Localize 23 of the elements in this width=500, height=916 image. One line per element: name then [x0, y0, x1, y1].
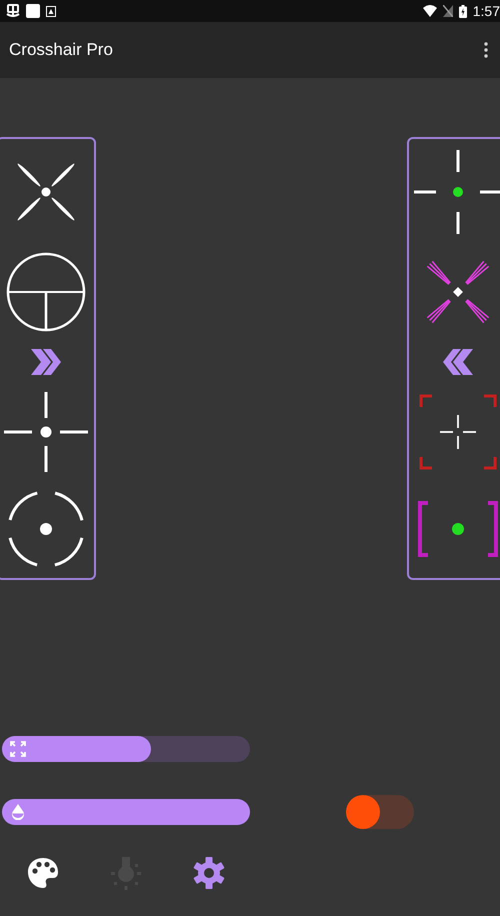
- bug-icon: [6, 4, 20, 18]
- double-chevron-icon[interactable]: [443, 349, 473, 375]
- toggle-switch[interactable]: [346, 795, 414, 829]
- scope-icon[interactable]: [6, 252, 86, 332]
- app-icon: [46, 6, 56, 16]
- palette-icon[interactable]: [26, 856, 60, 890]
- notification-icon: [26, 4, 40, 18]
- more-icon[interactable]: [484, 42, 488, 58]
- wifi-icon: [422, 5, 437, 17]
- battery-icon: [458, 4, 467, 18]
- circle-crosshair-icon[interactable]: [6, 489, 86, 569]
- bracket-crosshair-icon[interactable]: [416, 499, 500, 559]
- size-slider[interactable]: [2, 736, 250, 762]
- drop-icon: [11, 804, 25, 820]
- crosshair-icon[interactable]: [4, 390, 88, 474]
- crosshair-icon[interactable]: [414, 150, 500, 234]
- no-sim-icon: [442, 5, 453, 17]
- opacity-slider[interactable]: [2, 799, 250, 825]
- app-title: Crosshair Pro: [9, 39, 113, 62]
- double-chevron-icon[interactable]: [31, 349, 61, 375]
- settings-icon[interactable]: [192, 856, 226, 890]
- clock-time: 1:57: [472, 4, 500, 18]
- expand-icon: [10, 741, 26, 757]
